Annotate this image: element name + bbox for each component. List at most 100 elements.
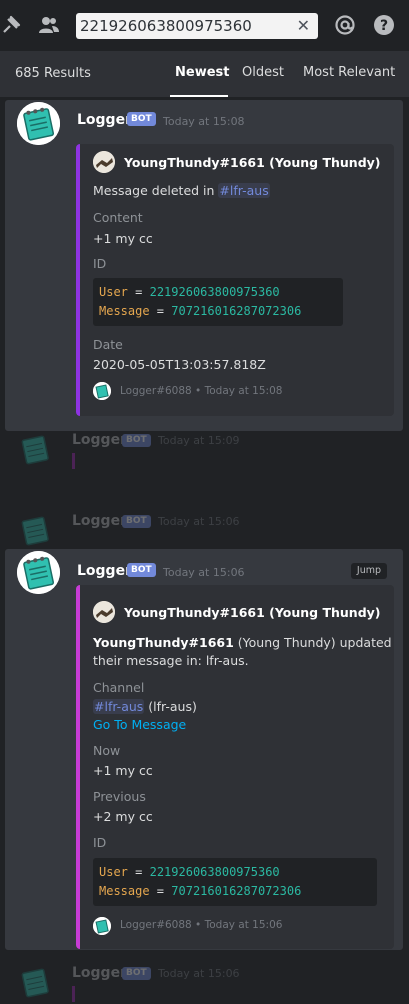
- field-name-date: Date: [93, 337, 123, 352]
- code-key: Message: [99, 304, 150, 318]
- footer-text: Logger#6088 • Today at 15:06: [120, 919, 282, 931]
- tab-oldest[interactable]: Oldest: [242, 65, 284, 80]
- embed: YoungThundy#1661 (Young Thundy) Message …: [76, 144, 394, 416]
- field-name-content: Content: [93, 210, 143, 225]
- code-eq: =: [149, 304, 172, 318]
- message-timestamp: Today at 15:06: [163, 566, 245, 579]
- search-query: 221926063800975360: [80, 17, 252, 35]
- code-eq: =: [149, 884, 172, 898]
- collapsed-result[interactable]: Logger BOT Today at 15:06: [0, 512, 409, 550]
- author-name[interactable]: Logger: [77, 112, 132, 128]
- results-count: 685 Results: [15, 66, 91, 81]
- code-key: User: [99, 865, 128, 879]
- footer-author: Logger#6088: [120, 385, 192, 397]
- field-value-now: +1 my cc: [93, 763, 153, 778]
- embed-accent-bar: [72, 986, 75, 1002]
- code-block: User = 221926063800975360 Message = 7072…: [93, 278, 343, 326]
- clear-search-icon[interactable]: ✕: [297, 13, 310, 39]
- footer-separator: •: [191, 385, 205, 397]
- logger-avatar[interactable]: [17, 551, 60, 594]
- field-value-previous: +2 my cc: [93, 809, 153, 824]
- embed-description: YoungThundy#1661 (Young Thundy) updated: [93, 635, 392, 650]
- members-icon[interactable]: [37, 14, 59, 36]
- tab-newest[interactable]: Newest: [175, 65, 229, 80]
- embed-author-avatar: [93, 601, 115, 623]
- embed-description-line2: their message in: lfr-aus.: [93, 653, 249, 668]
- footer-text: Logger#6088 • Today at 15:08: [120, 385, 282, 397]
- author-name[interactable]: Logger: [77, 563, 132, 579]
- bot-badge: BOT: [122, 434, 151, 447]
- code-eq: =: [127, 865, 150, 879]
- description-text: Message deleted in: [93, 183, 219, 198]
- field-value-content: +1 my cc: [93, 231, 153, 246]
- pin-icon[interactable]: [0, 14, 22, 36]
- embed-description: Message deleted in #lfr-aus: [93, 183, 270, 198]
- channel-name: (lfr-aus): [144, 699, 197, 714]
- embed-author-avatar: [93, 151, 115, 173]
- collapsed-result[interactable]: Logger BOT Today at 15:06: [0, 964, 409, 1002]
- embed-accent-bar: [72, 453, 75, 469]
- field-name-id: ID: [93, 256, 107, 271]
- search-results-panel: 221926063800975360 ✕ ? 685 Results Newes…: [0, 0, 409, 1004]
- jump-button[interactable]: Jump: [350, 563, 387, 579]
- collapsed-result[interactable]: Logger BOT Today at 15:09: [0, 431, 409, 469]
- bot-badge: BOT: [127, 563, 156, 577]
- message-timestamp: Today at 15:09: [158, 434, 240, 447]
- active-tab-indicator: [170, 95, 228, 97]
- code-value: 707216016287072306: [171, 304, 302, 318]
- message-timestamp: Today at 15:06: [158, 515, 240, 528]
- message-timestamp: Today at 15:06: [158, 967, 240, 980]
- embed-accent-bar: [76, 144, 80, 416]
- logger-avatar[interactable]: [17, 102, 60, 145]
- code-key: User: [99, 285, 128, 299]
- bot-badge: BOT: [122, 967, 151, 980]
- message-timestamp: Today at 15:08: [163, 115, 245, 128]
- embed: YoungThundy#1661 (Young Thundy) YoungThu…: [76, 585, 394, 949]
- code-eq: =: [127, 285, 150, 299]
- channel-mention[interactable]: #lfr-aus: [93, 699, 145, 714]
- description-text: (Young Thundy) updated: [233, 635, 392, 650]
- field-name-id: ID: [93, 835, 107, 850]
- notepad-icon: [17, 102, 60, 145]
- notepad-icon: [21, 516, 49, 546]
- results-header: 685 Results Newest Oldest Most Relevant: [0, 51, 409, 97]
- field-value-channel: #lfr-aus (lfr-aus): [93, 699, 197, 714]
- code-value: 221926063800975360: [149, 865, 280, 879]
- notepad-icon: [21, 435, 49, 465]
- footer-separator: •: [191, 919, 205, 931]
- field-name-channel: Channel: [93, 680, 145, 695]
- embed-author-name: YoungThundy#1661 (Young Thundy): [124, 605, 381, 620]
- embed-accent-bar: [76, 585, 80, 949]
- toolbar: 221926063800975360 ✕ ?: [0, 0, 409, 51]
- tab-most-relevant[interactable]: Most Relevant: [303, 65, 395, 80]
- svg-text:?: ?: [380, 18, 388, 34]
- channel-mention[interactable]: #lfr-aus: [218, 183, 270, 198]
- author-name: Logger: [72, 513, 127, 529]
- code-key: Message: [99, 884, 150, 898]
- search-result-card[interactable]: Logger BOT Today at 15:08 YoungThundy#16…: [4, 99, 404, 432]
- help-icon[interactable]: ?: [373, 14, 395, 36]
- field-name-previous: Previous: [93, 789, 146, 804]
- field-value-date: 2020-05-05T13:03:57.818Z: [93, 357, 266, 372]
- notepad-icon: [21, 968, 49, 998]
- bot-badge: BOT: [122, 515, 151, 528]
- search-input[interactable]: 221926063800975360 ✕: [76, 13, 318, 39]
- footer-time: Today at 15:08: [204, 385, 283, 397]
- bot-badge: BOT: [127, 112, 156, 126]
- notepad-icon: [17, 551, 60, 594]
- go-to-message-link[interactable]: Go To Message: [93, 717, 186, 732]
- footer-icon: [93, 382, 111, 400]
- footer-icon: [93, 917, 111, 935]
- footer-time: Today at 15:06: [204, 919, 283, 931]
- author-name: Logger: [72, 432, 127, 448]
- footer-author: Logger#6088: [120, 919, 192, 931]
- search-result-card[interactable]: Logger BOT Today at 15:06 Jump YoungThun…: [4, 548, 404, 951]
- description-user: YoungThundy#1661: [93, 635, 234, 650]
- code-value: 707216016287072306: [171, 884, 302, 898]
- field-name-now: Now: [93, 743, 121, 758]
- embed-author-name: YoungThundy#1661 (Young Thundy): [124, 155, 381, 170]
- code-block: User = 221926063800975360 Message = 7072…: [93, 858, 377, 906]
- mentions-icon[interactable]: [334, 14, 356, 36]
- author-name: Logger: [72, 965, 127, 981]
- code-value: 221926063800975360: [149, 285, 280, 299]
